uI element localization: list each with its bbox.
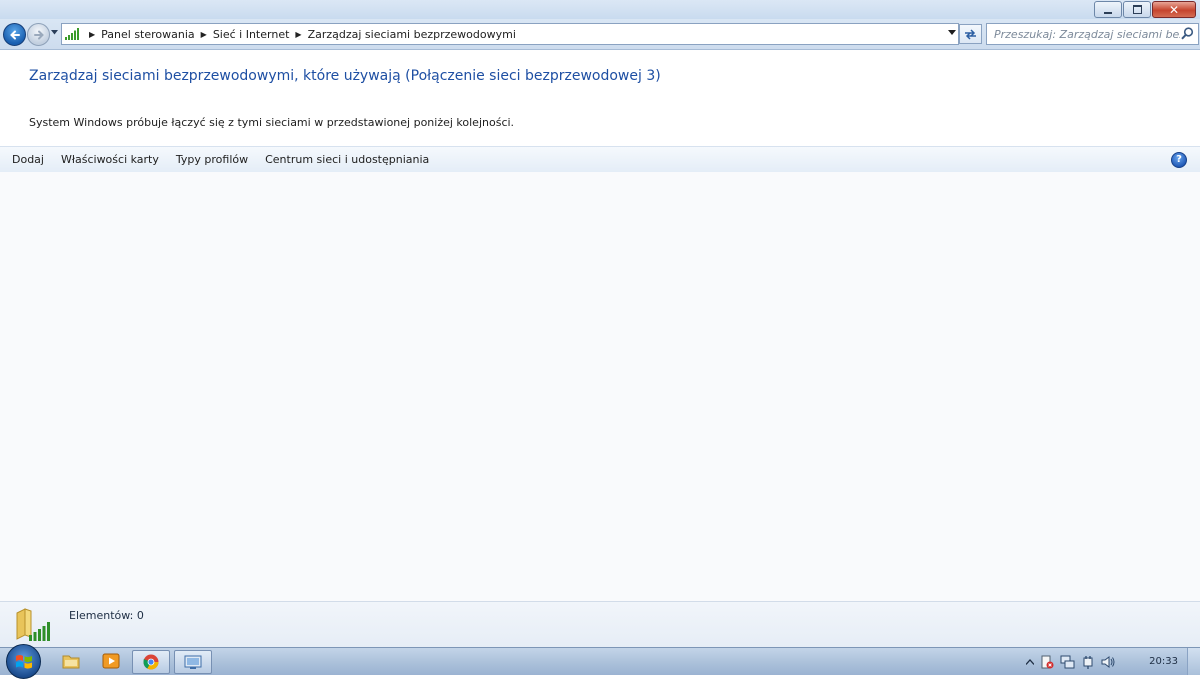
- volume-icon[interactable]: [1101, 655, 1115, 669]
- page-title: Zarządzaj sieciami bezprzewodowymi, któr…: [29, 68, 661, 84]
- windows-logo-icon: [15, 654, 32, 669]
- close-button[interactable]: ✕: [1152, 1, 1196, 18]
- forward-button[interactable]: [27, 23, 50, 46]
- help-icon[interactable]: ?: [1171, 152, 1187, 168]
- content-header: Zarządzaj sieciami bezprzewodowymi, któr…: [0, 50, 1200, 146]
- breadcrumb-control-panel[interactable]: Panel sterowania: [101, 28, 195, 41]
- profile-types-button[interactable]: Typy profilów: [176, 153, 248, 166]
- network-window-icon: [184, 655, 202, 669]
- windows-explorer-icon: [62, 655, 80, 669]
- media-player-icon: [102, 653, 120, 669]
- back-button[interactable]: [3, 23, 26, 46]
- explorer-taskbar-button[interactable]: [53, 650, 89, 672]
- navigation-bar: ▶ Panel sterowania ▶ Sieć i Internet ▶ Z…: [0, 19, 1200, 50]
- restore-icon: [1132, 5, 1142, 14]
- chrome-icon: [143, 654, 159, 670]
- back-arrow-icon: [9, 30, 20, 39]
- page-description: System Windows próbuje łączyć się z tymi…: [29, 116, 515, 129]
- adapter-properties-button[interactable]: Właściwości karty: [61, 153, 159, 166]
- forward-arrow-icon: [33, 30, 44, 39]
- minimize-icon: [1104, 11, 1112, 14]
- restore-button[interactable]: [1123, 1, 1151, 18]
- window-controls: ✕: [1093, 1, 1196, 18]
- address-dropdown-icon[interactable]: [948, 30, 956, 36]
- window-title-bar: ✕: [0, 0, 1200, 19]
- chevron-right-icon[interactable]: ▶: [295, 30, 301, 39]
- chrome-taskbar-button[interactable]: [132, 650, 170, 674]
- search-input[interactable]: Przeszukaj: Zarządzaj sieciami bezprz...: [994, 28, 1180, 41]
- action-center-warning-icon[interactable]: [1040, 655, 1054, 669]
- system-tray: 20:33: [1026, 648, 1200, 675]
- power-plug-icon[interactable]: [1081, 655, 1095, 669]
- network-list[interactable]: [0, 172, 1200, 601]
- search-box[interactable]: Przeszukaj: Zarządzaj sieciami bezprz...: [986, 23, 1199, 45]
- chevron-right-icon[interactable]: ▶: [89, 30, 95, 39]
- recent-pages-dropdown-icon[interactable]: [51, 30, 58, 35]
- wireless-folder-icon: [16, 608, 50, 641]
- address-bar[interactable]: ▶ Panel sterowania ▶ Sieć i Internet ▶ Z…: [61, 23, 959, 45]
- breadcrumb-network-internet[interactable]: Sieć i Internet: [213, 28, 290, 41]
- clock[interactable]: 20:33: [1149, 656, 1178, 667]
- minimize-button[interactable]: [1094, 1, 1122, 18]
- add-button[interactable]: Dodaj: [12, 153, 44, 166]
- refresh-icon: [965, 28, 976, 40]
- chevron-right-icon[interactable]: ▶: [201, 30, 207, 39]
- close-icon: ✕: [1168, 2, 1180, 17]
- taskbar: 20:33: [0, 644, 1200, 679]
- command-toolbar: Dodaj Właściwości karty Typy profilów Ce…: [0, 146, 1200, 173]
- show-hidden-icons-icon[interactable]: [1026, 658, 1035, 665]
- network-sharing-center-button[interactable]: Centrum sieci i udostępniania: [265, 153, 429, 166]
- show-desktop-button[interactable]: [1187, 648, 1200, 675]
- search-icon[interactable]: [1181, 27, 1194, 40]
- network-window-taskbar-button[interactable]: [174, 650, 212, 674]
- network-signal-icon: [65, 28, 79, 40]
- refresh-button[interactable]: [959, 24, 982, 44]
- breadcrumb-manage-wireless[interactable]: Zarządzaj sieciami bezprzewodowymi: [308, 28, 516, 41]
- details-pane: Elementów: 0: [0, 601, 1200, 648]
- media-player-taskbar-button[interactable]: [93, 650, 129, 672]
- items-count: Elementów: 0: [69, 609, 144, 622]
- network-tray-icon[interactable]: [1060, 655, 1075, 669]
